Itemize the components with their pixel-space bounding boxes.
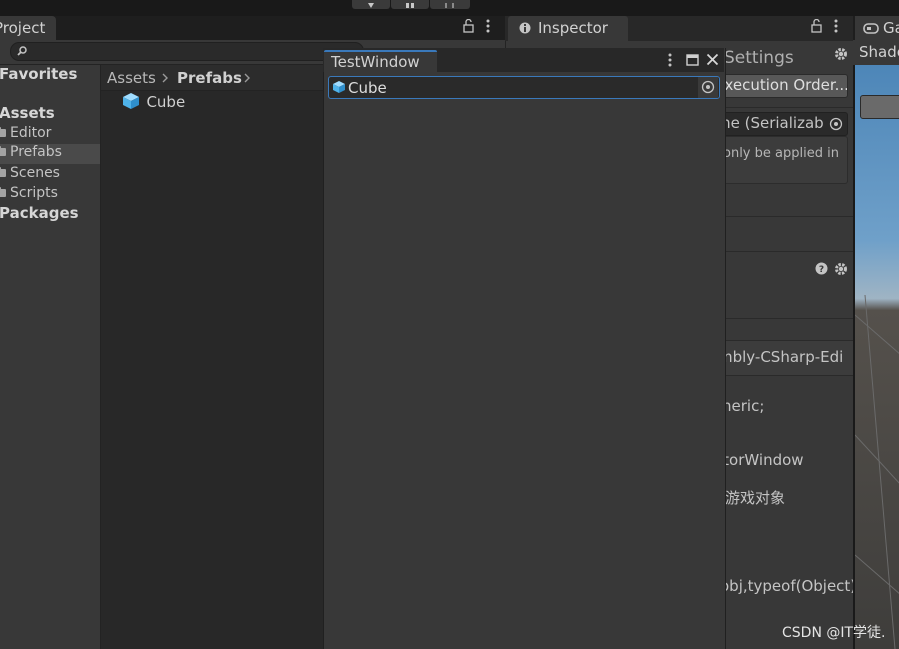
file-name: Cube — [146, 93, 186, 111]
inspector-settings-title: Settings — [724, 48, 794, 68]
game-tab-label: Game — [883, 19, 899, 37]
step-icon — [445, 3, 454, 8]
folder-icon — [0, 187, 6, 197]
breadcrumb-prefabs[interactable]: Prefabs — [177, 69, 242, 87]
tree-item-scripts[interactable]: Scripts — [0, 185, 58, 201]
game-toolbar: Shade — [853, 40, 899, 65]
chevron-right-icon — [162, 73, 168, 83]
tree-assets[interactable]: Assets — [0, 104, 55, 122]
info-icon — [519, 22, 531, 34]
watermark: CSDN @IT学徒. — [782, 625, 886, 641]
pause-button[interactable] — [391, 0, 429, 9]
chevron-right-icon — [244, 73, 250, 83]
prefab-cube-icon — [123, 93, 139, 109]
inspector-tab-label: Inspector — [538, 19, 608, 37]
tab-inspector[interactable]: Inspector — [508, 16, 628, 41]
code-line: neric; — [722, 397, 765, 415]
object-picker-icon — [701, 80, 715, 94]
help-text: only be applied in — [723, 146, 839, 161]
close-icon[interactable] — [706, 53, 719, 66]
gear-icon[interactable] — [834, 262, 848, 276]
gamepad-icon — [863, 23, 879, 34]
search-icon — [17, 46, 27, 56]
serialization-field-value: me (Serializab — [722, 114, 824, 132]
test-window — [323, 48, 726, 649]
lock-icon[interactable] — [462, 19, 476, 33]
tab-project[interactable]: Project — [0, 16, 56, 40]
kebab-menu-icon[interactable] — [666, 53, 674, 67]
play-icon — [368, 3, 374, 8]
tree-packages[interactable]: Packages — [0, 204, 79, 222]
shading-mode-label[interactable]: Shade — [859, 43, 899, 61]
object-picker-button[interactable] — [697, 77, 718, 98]
code-line: 游戏对象 — [725, 489, 786, 507]
tree-item-scenes[interactable]: Scenes — [0, 165, 60, 181]
execution-order-button[interactable]: Execution Order... — [722, 74, 848, 98]
help-icon[interactable]: ? — [815, 262, 828, 275]
tree-item-label: Editor — [10, 125, 52, 141]
object-field-value: Cube — [348, 79, 387, 97]
execution-order-label: Execution Order... — [722, 76, 848, 94]
kebab-menu-icon[interactable] — [484, 19, 492, 33]
folder-icon — [0, 167, 6, 177]
maximize-icon[interactable] — [686, 54, 699, 66]
lock-icon[interactable] — [810, 19, 824, 33]
game-view-button[interactable] — [860, 95, 899, 119]
prefab-cube-icon — [333, 81, 345, 93]
project-search-input[interactable] — [10, 42, 364, 61]
pause-icon — [406, 3, 414, 8]
code-line: obj,typeof(Object) — [720, 577, 857, 595]
object-picker-icon[interactable] — [829, 117, 843, 131]
svg-text:?: ? — [819, 265, 824, 275]
help-box: only be applied in — [720, 136, 848, 184]
kebab-menu-icon[interactable] — [832, 19, 840, 33]
tree-item-editor[interactable]: Editor — [0, 125, 51, 141]
assembly-text: mbly-CSharp-Edi — [718, 348, 844, 366]
test-window-title: TestWindow — [331, 53, 420, 71]
tab-game[interactable]: Game — [855, 16, 899, 41]
tree-favorites[interactable]: Favorites — [0, 65, 77, 83]
tree-item-prefabs[interactable]: Prefabs — [0, 144, 100, 164]
code-line: itorWindow — [719, 451, 804, 469]
object-field[interactable]: Cube — [328, 76, 720, 99]
game-viewport[interactable] — [853, 65, 899, 649]
project-tab-label: Project — [0, 19, 46, 37]
tree-item-label: Prefabs — [10, 144, 62, 160]
play-button[interactable] — [352, 0, 390, 9]
gear-icon[interactable] — [834, 47, 848, 61]
folder-tree: Favorites Assets Editor Prefabs Scenes S… — [0, 65, 101, 649]
folder-icon — [0, 127, 6, 137]
tree-item-label: Scripts — [10, 185, 58, 201]
folder-icon — [0, 146, 6, 156]
list-item[interactable]: Cube — [122, 92, 185, 111]
step-button[interactable] — [430, 0, 470, 9]
breadcrumb-assets[interactable]: Assets — [107, 69, 156, 87]
serialization-field[interactable]: me (Serializab — [722, 112, 848, 136]
tree-item-label: Scenes — [10, 165, 60, 181]
grid-lines — [855, 295, 899, 649]
